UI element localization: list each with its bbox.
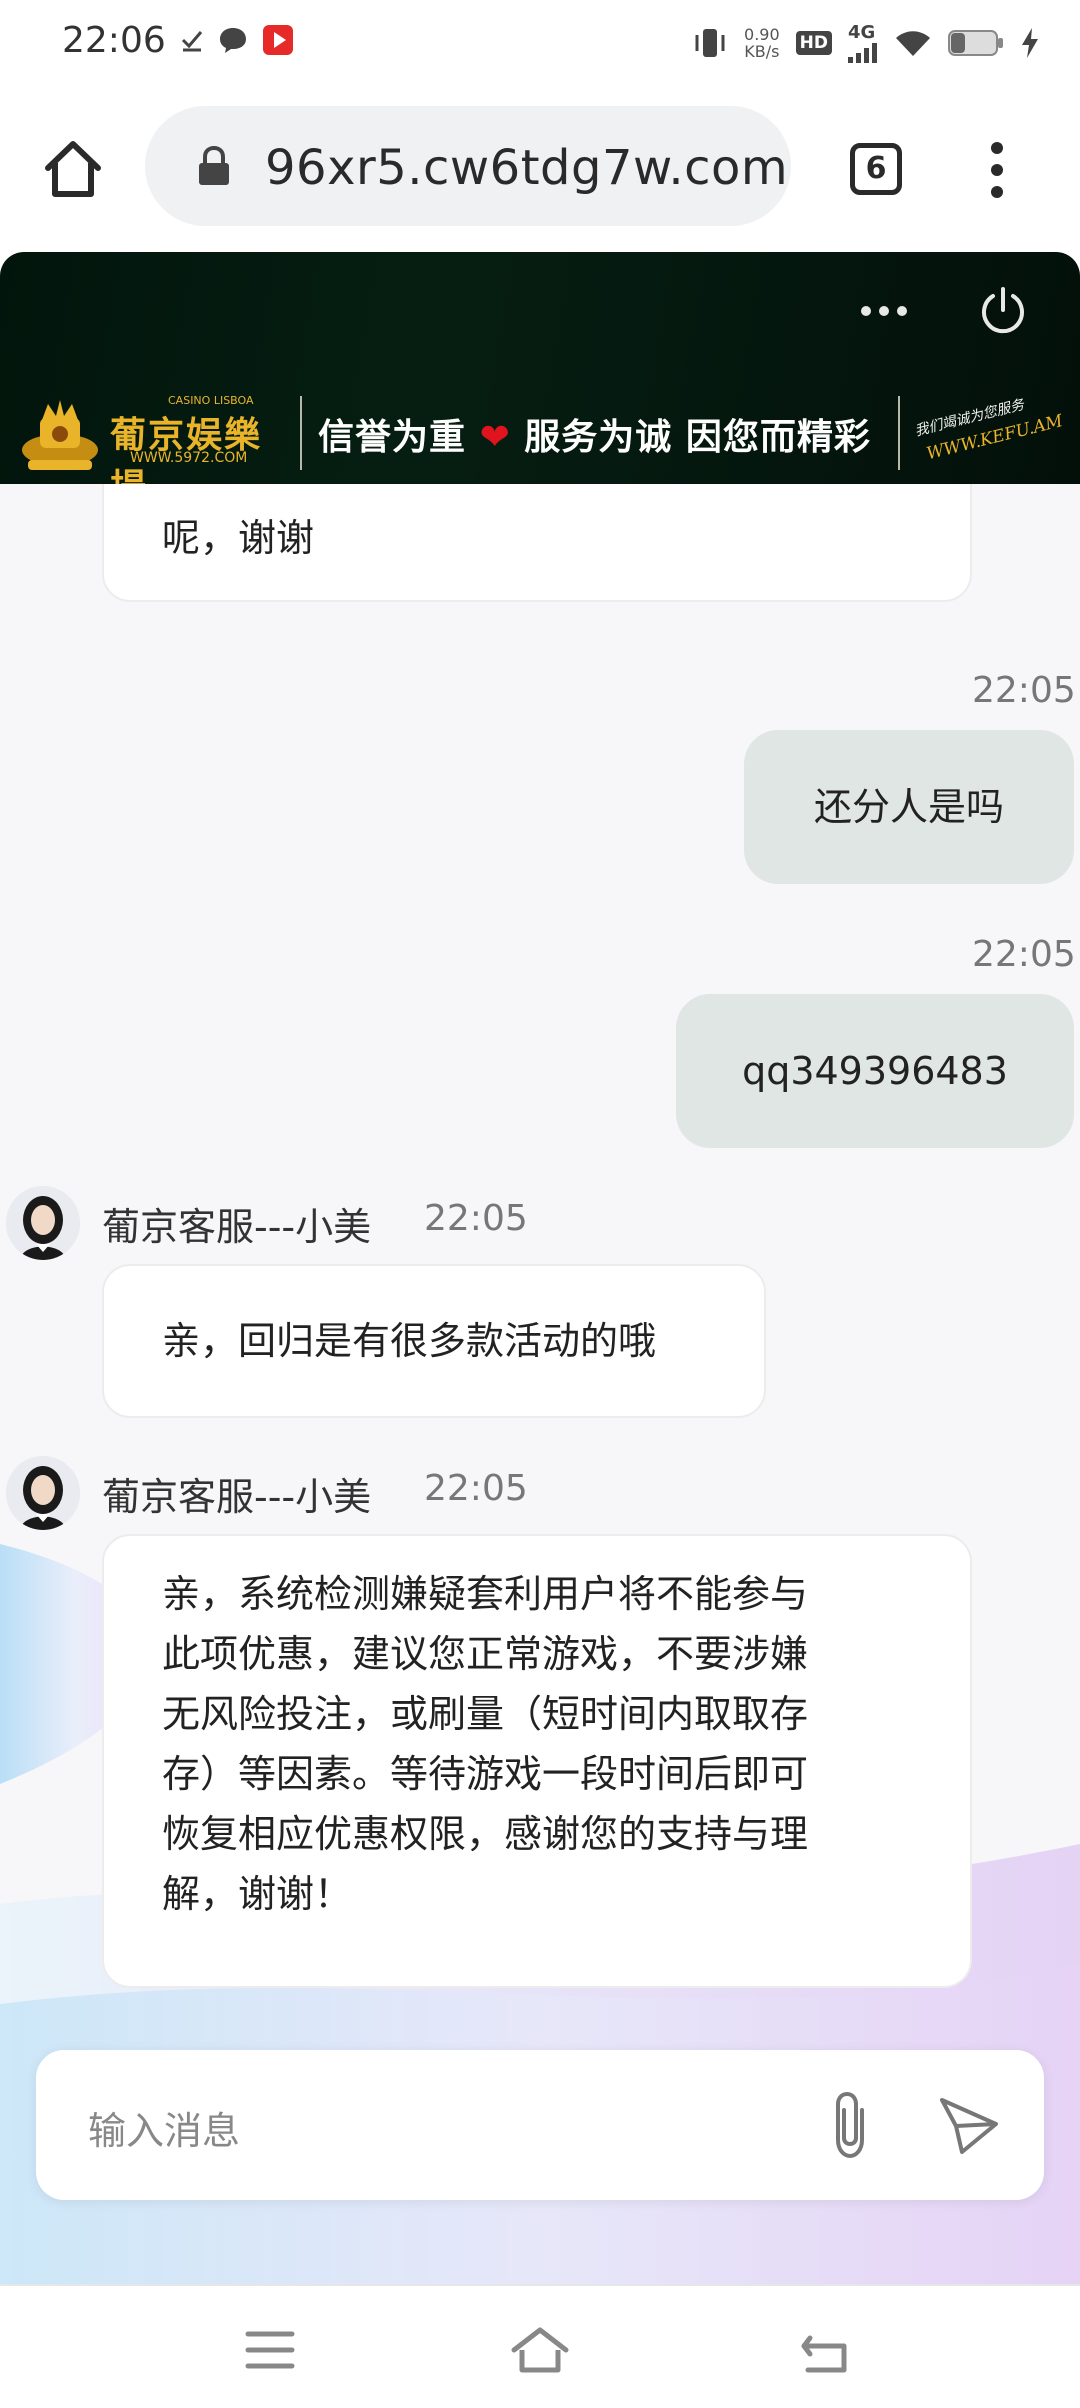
avatar[interactable] bbox=[6, 1456, 80, 1530]
message-text: 还分人是吗 bbox=[813, 785, 1004, 829]
network-type: 4G bbox=[848, 22, 876, 43]
avatar[interactable] bbox=[6, 1186, 80, 1260]
message-line: 此项优惠，建议您正常游戏，不要涉嫌 bbox=[162, 1632, 809, 1676]
more-dots-icon[interactable] bbox=[860, 305, 908, 317]
lock-icon bbox=[199, 146, 229, 185]
net-speed-value: 0.90 bbox=[744, 24, 780, 44]
sender-name: 葡京客服---小美 bbox=[102, 1475, 372, 1519]
hd-badge: HD bbox=[795, 30, 832, 55]
slogan-frame: 信誉为重 ❤ 服务为诚 因您而精彩 bbox=[300, 396, 900, 470]
wifi-icon bbox=[896, 30, 930, 56]
recent-apps-icon[interactable] bbox=[240, 2324, 300, 2376]
banner-controls bbox=[860, 286, 1028, 336]
message-time: 22:05 bbox=[424, 1468, 528, 1509]
net-speed: 0.90 KB/s bbox=[744, 26, 780, 60]
home-icon[interactable] bbox=[510, 2324, 570, 2376]
casino-banner: CASINO LISBOA 葡京娱樂場 WWW.5972.COM 信誉为重 ❤ … bbox=[0, 252, 1080, 484]
message-bubble-outgoing: qq349396483 bbox=[676, 994, 1074, 1148]
signal-icon bbox=[848, 43, 877, 63]
message-bubble-outgoing: 还分人是吗 bbox=[744, 730, 1074, 884]
heart-icon: ❤ bbox=[479, 417, 511, 458]
kefu-signature: 我们竭诚为您服务 WWW.KEFU.AM bbox=[910, 375, 1076, 484]
url-text: 96xr5.cw6tdg7w.com bbox=[265, 140, 789, 196]
message-input[interactable]: 输入消息 bbox=[88, 2100, 240, 2155]
battery-icon bbox=[948, 29, 1003, 56]
logo-chinese: 葡京娱樂場 bbox=[110, 415, 263, 484]
message-text: qq349396483 bbox=[742, 1049, 1008, 1093]
net-speed-unit: KB/s bbox=[744, 41, 780, 61]
tab-switcher-button[interactable]: 6 bbox=[850, 143, 902, 195]
status-bar: 22:06 0.90 KB/s HD 4G bbox=[0, 0, 1080, 84]
attachment-icon[interactable] bbox=[822, 2090, 878, 2160]
back-icon[interactable] bbox=[796, 2324, 856, 2376]
menu-dots-icon[interactable] bbox=[982, 140, 1012, 200]
message-text: 亲，回归是有很多款活动的哦 bbox=[162, 1319, 657, 1363]
browser-toolbar: 96xr5.cw6tdg7w.com 6 bbox=[0, 84, 1080, 252]
slogan: 信誉为重 ❤ 服务为诚 因您而精彩 bbox=[318, 408, 871, 460]
message-line: 存）等因素。等待游戏一段时间后即可 bbox=[162, 1752, 809, 1796]
check-icon bbox=[181, 31, 203, 52]
system-nav-bar bbox=[0, 2284, 1080, 2408]
status-notification-icons bbox=[180, 24, 294, 56]
url-bar[interactable]: 96xr5.cw6tdg7w.com bbox=[145, 106, 791, 226]
agent-avatar-icon bbox=[6, 1456, 80, 1530]
message-line: 亲，系统检测嫌疑套利用户将不能参与 bbox=[162, 1572, 809, 1616]
message-line: 恢复相应优惠权限，感谢您的支持与理 bbox=[162, 1812, 809, 1856]
slogan-part2: 服务为诚 因您而精彩 bbox=[524, 417, 871, 458]
home-icon[interactable] bbox=[40, 136, 106, 202]
casino-logo: CASINO LISBOA 葡京娱樂場 WWW.5972.COM bbox=[18, 394, 268, 484]
message-time: 22:05 bbox=[972, 670, 1076, 711]
vibrate-icon bbox=[695, 28, 725, 57]
logo-url: WWW.5972.COM bbox=[130, 450, 248, 466]
agent-avatar-icon bbox=[6, 1186, 80, 1260]
sender-row: 葡京客服---小美 22:05 bbox=[0, 1186, 1080, 1266]
message-bubble-incoming: 亲，系统检测嫌疑套利用户将不能参与 此项优惠，建议您正常游戏，不要涉嫌 无风险投… bbox=[102, 1534, 972, 1988]
network-indicator: 4G bbox=[848, 22, 878, 63]
banner-strip: CASINO LISBOA 葡京娱樂場 WWW.5972.COM 信誉为重 ❤ … bbox=[0, 388, 1080, 484]
message-line: 解，谢谢！ bbox=[162, 1872, 353, 1916]
sender-row: 葡京客服---小美 22:05 bbox=[0, 1456, 1080, 1536]
slogan-part1: 信誉为重 bbox=[318, 417, 467, 458]
send-icon[interactable] bbox=[936, 2094, 1002, 2158]
message-time: 22:05 bbox=[972, 934, 1076, 975]
chat-bubble-icon bbox=[220, 28, 246, 53]
charging-icon bbox=[1022, 27, 1038, 58]
message-time: 22:05 bbox=[424, 1198, 528, 1239]
status-system-icons: 0.90 KB/s HD 4G bbox=[692, 22, 1040, 63]
video-app-icon bbox=[263, 25, 293, 55]
message-bubble-partial: 呢，谢谢 bbox=[102, 484, 972, 602]
status-time: 22:06 bbox=[62, 20, 166, 61]
power-icon[interactable] bbox=[978, 286, 1028, 336]
chat-area[interactable]: 呢，谢谢 22:05 还分人是吗 22:05 qq349396483 葡京客服-… bbox=[0, 484, 1080, 2284]
message-text: 呢，谢谢 bbox=[162, 516, 315, 560]
message-bubble-incoming: 亲，回归是有很多款活动的哦 bbox=[102, 1264, 766, 1418]
message-line: 无风险投注，或刷量（短时间内取取存 bbox=[162, 1692, 809, 1736]
crown-logo-icon bbox=[22, 400, 98, 470]
message-input-bar: 输入消息 bbox=[36, 2050, 1044, 2200]
sender-name: 葡京客服---小美 bbox=[102, 1205, 372, 1249]
